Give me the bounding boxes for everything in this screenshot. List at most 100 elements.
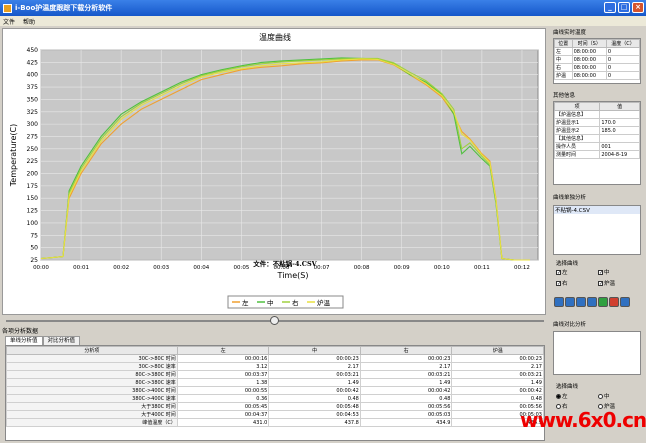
table-row[interactable]: 操作人员 001 <box>553 142 640 151</box>
table-cell: 00:05:03 <box>359 410 453 419</box>
table-row[interactable]: 【其他信息】 <box>553 134 640 143</box>
table-cell: 00:05:56 <box>359 402 453 411</box>
settings-icon[interactable] <box>620 297 630 307</box>
column-header[interactable]: 分析项 <box>6 346 178 355</box>
table-cell: 炉温 <box>554 71 573 80</box>
radio-icon <box>598 394 603 399</box>
table-cell: 【其他信息】 <box>553 134 601 143</box>
radio-icon <box>556 394 561 399</box>
y-axis-label: Temperature(C) <box>9 124 18 188</box>
select-curve-title: 选择曲线 <box>556 261 579 267</box>
table-cell: 185.0 <box>599 126 640 135</box>
stop-icon[interactable] <box>609 297 619 307</box>
list-item[interactable]: 不粘锅-4.CSV <box>554 206 640 214</box>
curve-check-right[interactable]: ✓右 <box>556 279 598 287</box>
radio-left[interactable]: 左 <box>556 392 598 400</box>
table-cell: 【炉温信息】 <box>553 110 601 119</box>
table-cell: 00:00:16 <box>176 354 270 363</box>
curve-check-furnace[interactable]: ✓炉温 <box>598 279 615 287</box>
table-cell: 30C->80C 时间 <box>6 354 178 363</box>
x-tick-label: 00:09 <box>394 265 410 271</box>
tab-compare-analysis[interactable]: 对比分析值 <box>42 336 81 345</box>
table-cell: 08:00:00 <box>571 63 607 72</box>
x-tick-label: 00:12 <box>514 265 530 271</box>
table-row[interactable]: 峰值温度（C） 431.0 437.8 434.9 434.9 <box>6 418 544 427</box>
table-cell: 00:00:23 <box>451 354 544 363</box>
x-tick-label: 00:11 <box>474 265 490 271</box>
toolbar <box>554 297 631 307</box>
x-axis-label: Time(S) <box>277 271 309 280</box>
column-header[interactable]: 右 <box>359 346 453 355</box>
table-cell: 80C->380C 速率 <box>6 378 178 387</box>
compare-list[interactable] <box>553 331 641 375</box>
menu-bar: 文件 帮助 <box>0 16 646 26</box>
time-slider-thumb[interactable] <box>270 316 279 325</box>
checkbox-icon: ✓ <box>556 281 562 287</box>
open-icon[interactable] <box>554 297 564 307</box>
curve-check-mid[interactable]: ✓中 <box>598 268 610 276</box>
table-row[interactable]: 炉温 08:00:00 0 <box>554 71 641 80</box>
table-cell: 00:00:42 <box>451 386 544 395</box>
select-curve2-title: 选择曲线 <box>556 384 579 390</box>
column-header[interactable]: 左 <box>176 346 270 355</box>
maximize-button[interactable]: □ <box>618 2 630 13</box>
close-button[interactable]: × <box>632 2 644 13</box>
y-tick-label: 75 <box>30 232 38 239</box>
table-row[interactable]: 380C->400C 速率 0.36 0.48 0.48 0.48 <box>6 394 544 403</box>
menu-file[interactable]: 文件 <box>3 17 15 26</box>
tab-single-analysis[interactable]: 单线分析值 <box>5 336 43 345</box>
table-cell: 00:04:53 <box>268 410 361 419</box>
temperature-chart: 温度曲线 25 50 75 100 125 150 175 200 225 250 275 300 32… <box>9 32 539 309</box>
curve-check-left[interactable]: ✓左 <box>556 268 598 276</box>
table-cell: 0.48 <box>359 394 453 403</box>
print-icon[interactable] <box>576 297 586 307</box>
table-row[interactable]: 大于400C 时间 00:04:37 00:04:53 00:05:03 00:05:0… <box>6 410 544 419</box>
column-header[interactable]: 时间（S） <box>571 39 607 48</box>
table-row[interactable]: 80C->380C 速率 1.38 1.49 1.49 1.49 <box>6 378 544 387</box>
table-cell: 中 <box>554 55 573 64</box>
analysis-title: 各项分析数据 <box>2 328 39 335</box>
table-row[interactable]: 中 08:00:00 0 <box>554 55 641 64</box>
table-row[interactable]: 80C->380C 时间 00:03:37 00:03:21 00:03:21 00:0… <box>6 370 544 379</box>
x-tick-label: 00:10 <box>434 265 450 271</box>
checkbox-icon: ✓ <box>598 281 604 287</box>
table-row[interactable]: 30C->80C 速率 3.12 2.17 2.17 2.17 <box>6 362 544 371</box>
y-tick-label: 200 <box>27 171 39 178</box>
table-cell: 001 <box>599 142 640 151</box>
table-cell: 0 <box>605 47 641 56</box>
column-header[interactable]: 值 <box>599 102 640 111</box>
column-header[interactable]: 温度（C） <box>605 39 641 48</box>
y-tick-label: 375 <box>27 84 39 91</box>
column-header[interactable]: 项 <box>553 102 601 111</box>
save-icon[interactable] <box>565 297 575 307</box>
table-row[interactable]: 左 08:00:00 0 <box>554 47 641 56</box>
table-row[interactable]: 30C->80C 时间 00:00:16 00:00:23 00:00:23 00:00… <box>6 354 544 363</box>
table-row[interactable]: 【炉温信息】 <box>553 110 640 119</box>
table-cell: 08:00:00 <box>571 71 607 80</box>
compare-title: 曲线对比分析 <box>553 322 587 328</box>
table-cell <box>599 134 640 143</box>
table-row[interactable]: 炉温显示1 170.0 <box>553 118 640 127</box>
table-row[interactable]: 380C->400C 时间 00:00:55 00:00:42 00:00:42 00:… <box>6 386 544 395</box>
menu-help[interactable]: 帮助 <box>23 17 35 26</box>
table-row[interactable]: 测量时间 2004-8-19 <box>553 150 640 159</box>
table-cell: 0.36 <box>176 394 270 403</box>
table-cell: 2.17 <box>451 362 544 371</box>
table-cell: 1.38 <box>176 378 270 387</box>
y-tick-label: 100 <box>27 220 39 227</box>
column-header[interactable]: 中 <box>268 346 361 355</box>
table-row[interactable]: 炉温显示2 185.0 <box>553 126 640 135</box>
table-row[interactable]: 右 08:00:00 0 <box>554 63 641 72</box>
column-header[interactable]: 位置 <box>554 39 573 48</box>
realtime-title: 曲线实时温度 <box>553 30 587 36</box>
table-cell: 0.48 <box>451 394 544 403</box>
check-icon[interactable] <box>598 297 608 307</box>
zoom-icon[interactable] <box>587 297 597 307</box>
column-header[interactable]: 炉温 <box>451 346 544 355</box>
minimize-button[interactable]: _ <box>604 2 616 13</box>
table-row[interactable]: 大于380C 时间 00:05:45 00:05:48 00:05:56 00:05:5… <box>6 402 544 411</box>
other-info-box: 项值 【炉温信息】 炉温显示1 170.0 炉温显示2 185.0 【其他信息】 操作人员 0… <box>553 101 641 185</box>
single-analysis-list[interactable]: 不粘锅-4.CSV <box>553 205 641 255</box>
radio-mid[interactable]: 中 <box>598 392 610 400</box>
table-cell: 峰值温度（C） <box>6 418 178 427</box>
